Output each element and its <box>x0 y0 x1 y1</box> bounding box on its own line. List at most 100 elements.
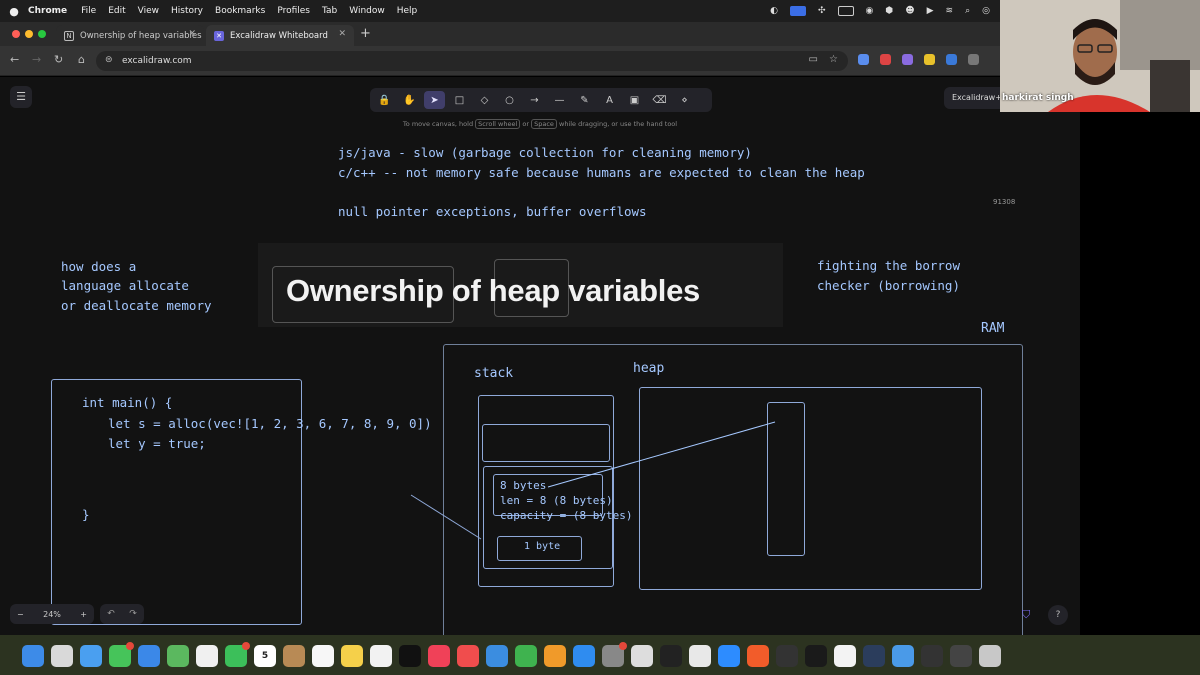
extension-yellow-icon[interactable] <box>924 54 935 65</box>
shield-icon[interactable]: ⛉ <box>1022 608 1030 622</box>
photos-icon[interactable] <box>196 645 218 667</box>
contacts-icon[interactable] <box>283 645 305 667</box>
tab-label: Ownership of heap variables <box>80 30 202 41</box>
pages-icon[interactable] <box>544 645 566 667</box>
new-tab-icon[interactable]: + <box>360 26 371 41</box>
trash-icon[interactable] <box>979 645 1001 667</box>
status-icons: ◐ ✣ ◉ ⬢ ☻ ▶ ≋ ⌕ ◎ <box>770 0 990 22</box>
extension-react-icon[interactable] <box>858 54 869 65</box>
menu-item-window[interactable]: Window <box>349 6 385 16</box>
help-icon[interactable]: ? <box>1048 605 1068 625</box>
excalidraw-canvas[interactable]: ☰ 🔒 ✋ ➤ □ ◇ ○ → — ✎ A ▣ ⌫ ⋄ To move canv… <box>0 77 1080 635</box>
news-icon[interactable] <box>457 645 479 667</box>
forward-icon[interactable]: → <box>32 53 41 66</box>
site-info-icon[interactable]: ⊜ <box>105 55 113 65</box>
preview-icon[interactable] <box>631 645 653 667</box>
app-store-icon[interactable] <box>573 645 595 667</box>
numbers-icon[interactable] <box>515 645 537 667</box>
reload-icon[interactable]: ↻ <box>54 53 63 66</box>
excalidraw-favicon-icon: ✕ <box>214 30 224 41</box>
menu-item-help[interactable]: Help <box>397 6 418 16</box>
menu-app-name[interactable]: Chrome <box>28 6 67 16</box>
menu-item-edit[interactable]: Edit <box>108 6 125 16</box>
play-icon[interactable]: ▶ <box>927 6 934 16</box>
extension-red-icon[interactable] <box>880 54 891 65</box>
tv-icon[interactable] <box>399 645 421 667</box>
wifi-icon[interactable]: ≋ <box>946 6 954 16</box>
undo-redo-controls: ↶ ↷ <box>100 604 144 624</box>
search-icon[interactable]: ⌕ <box>965 6 970 16</box>
zoom-out-icon[interactable]: − <box>17 610 24 619</box>
menu-item-tab[interactable]: Tab <box>322 6 337 16</box>
shield-status-icon[interactable]: ⬢ <box>885 6 893 16</box>
obs-icon[interactable] <box>921 645 943 667</box>
extension-puzzle-icon[interactable] <box>968 54 979 65</box>
zoom-level[interactable]: 24% <box>43 610 61 619</box>
home-icon[interactable]: ⌂ <box>78 53 85 66</box>
webcam-name: harkirat singh <box>1002 93 1074 103</box>
menu-item-profiles[interactable]: Profiles <box>277 6 310 16</box>
reminders-icon[interactable] <box>312 645 334 667</box>
tab-excalidraw[interactable]: ✕ Excalidraw Whiteboard ✕ <box>206 25 354 46</box>
chrome-icon[interactable] <box>689 645 711 667</box>
system-settings-icon[interactable] <box>602 642 627 667</box>
zoom-in-icon[interactable]: + <box>80 610 87 619</box>
safari-icon[interactable] <box>80 645 102 667</box>
brave-icon[interactable] <box>747 645 769 667</box>
calendar-day: 5 <box>261 651 269 661</box>
back-icon[interactable]: ← <box>10 53 19 66</box>
quicktime-icon[interactable] <box>892 645 914 667</box>
mail-app-icon[interactable] <box>138 645 160 667</box>
control-center-icon[interactable]: ◎ <box>982 6 990 16</box>
menu-item-view[interactable]: View <box>138 6 159 16</box>
extension-purple-icon[interactable] <box>902 54 913 65</box>
undo-icon[interactable]: ↶ <box>107 609 115 619</box>
keynote-icon[interactable] <box>486 645 508 667</box>
maps-icon[interactable] <box>167 645 189 667</box>
menu-item-bookmarks[interactable]: Bookmarks <box>215 6 265 16</box>
face-icon[interactable]: ☻ <box>905 6 914 16</box>
arrows-layer <box>410 421 776 540</box>
mongodb-icon[interactable] <box>834 645 856 667</box>
mail-icon[interactable] <box>837 6 854 16</box>
apple-icon[interactable]: ● <box>0 5 28 18</box>
cast-icon[interactable]: ▭ <box>809 54 818 65</box>
connector-line[interactable] <box>410 494 482 540</box>
finder-icon[interactable] <box>22 645 44 667</box>
music-icon[interactable] <box>428 645 450 667</box>
console-icon[interactable] <box>805 645 827 667</box>
zoom-window-icon[interactable] <box>38 30 46 38</box>
zoom-icon[interactable] <box>718 645 740 667</box>
bookmark-star-icon[interactable]: ☆ <box>829 54 838 65</box>
terminal-icon[interactable] <box>660 645 682 667</box>
menu-item-file[interactable]: File <box>81 6 96 16</box>
calendar-icon[interactable]: 5 <box>254 645 276 667</box>
facetime-icon[interactable] <box>225 642 250 667</box>
tab-ownership[interactable]: N Ownership of heap variables ✕ <box>56 25 204 46</box>
menu-item-history[interactable]: History <box>171 6 203 16</box>
launchpad-icon[interactable] <box>51 645 73 667</box>
flow-icon[interactable]: ◉ <box>866 6 874 16</box>
notion-favicon-icon: N <box>64 30 74 41</box>
docker-icon[interactable] <box>863 645 885 667</box>
close-tab-icon[interactable]: ✕ <box>188 29 196 39</box>
tab-strip: N Ownership of heap variables ✕ ✕ Excali… <box>0 22 1000 46</box>
address-bar-row: ← → ↻ ⌂ ⊜ excalidraw.com ▭ ☆ <box>0 46 1000 76</box>
puzzle-icon[interactable]: ✣ <box>818 6 826 16</box>
screen-share-icon[interactable] <box>789 6 806 16</box>
cube-icon[interactable] <box>776 645 798 667</box>
notes-icon[interactable] <box>341 645 363 667</box>
messages-icon[interactable] <box>109 642 134 667</box>
black-area <box>1080 112 1200 635</box>
downloads-icon[interactable] <box>950 645 972 667</box>
pointer-arrow[interactable] <box>547 421 776 488</box>
close-tab-icon[interactable]: ✕ <box>338 29 346 39</box>
redo-icon[interactable]: ↷ <box>129 609 137 619</box>
close-window-icon[interactable] <box>12 30 20 38</box>
freeform-icon[interactable] <box>370 645 392 667</box>
extension-blue-icon[interactable] <box>946 54 957 65</box>
minimize-window-icon[interactable] <box>25 30 33 38</box>
url-field[interactable]: ⊜ excalidraw.com ▭ ☆ <box>96 51 848 71</box>
sync-icon[interactable]: ◐ <box>770 6 778 16</box>
url-text: excalidraw.com <box>122 56 192 66</box>
